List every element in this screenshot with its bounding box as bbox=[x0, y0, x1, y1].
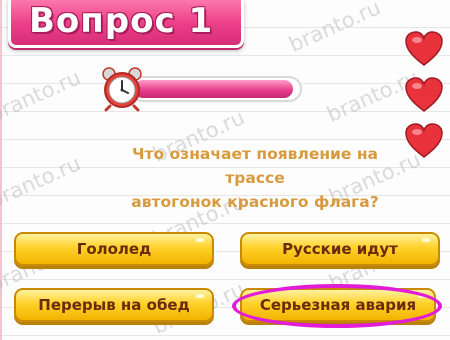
button-shine bbox=[422, 238, 430, 242]
timer-bar-fill bbox=[134, 80, 293, 98]
answer-button-3[interactable]: Перерыв на обед bbox=[14, 288, 214, 322]
life-heart-icon bbox=[405, 77, 443, 112]
answer-label: Серьезная авария bbox=[259, 296, 417, 314]
button-shine bbox=[196, 294, 204, 298]
answer-button-4[interactable]: Серьезная авария bbox=[240, 288, 436, 322]
question-title-banner: Вопрос 1 bbox=[8, 0, 244, 48]
watermark: branto.ru bbox=[0, 151, 85, 213]
button-shine bbox=[418, 294, 426, 298]
answer-button-1[interactable]: Гололед bbox=[14, 232, 214, 266]
timer-bar-track bbox=[130, 76, 302, 102]
question-line-1: Что означает появление на трассе bbox=[131, 145, 378, 187]
answer-label: Русские идут bbox=[282, 240, 398, 258]
answer-label: Перерыв на обед bbox=[38, 296, 190, 314]
question-line-2: автогонок красного флага? bbox=[131, 193, 379, 211]
notebook-margin-line bbox=[0, 0, 2, 340]
question-title: Вопрос 1 bbox=[29, 1, 214, 41]
timer bbox=[98, 64, 303, 114]
life-heart-icon bbox=[405, 31, 443, 66]
answer-label: Гололед bbox=[76, 240, 152, 258]
watermark: branto.ru bbox=[0, 65, 85, 127]
watermark: branto.ru bbox=[285, 0, 385, 57]
alarm-clock-icon bbox=[102, 67, 142, 112]
life-heart-icon bbox=[405, 123, 443, 158]
answer-button-2[interactable]: Русские идут bbox=[240, 232, 440, 266]
button-shine bbox=[196, 238, 204, 242]
question-text: Что означает появление на трассе автогон… bbox=[130, 142, 380, 214]
